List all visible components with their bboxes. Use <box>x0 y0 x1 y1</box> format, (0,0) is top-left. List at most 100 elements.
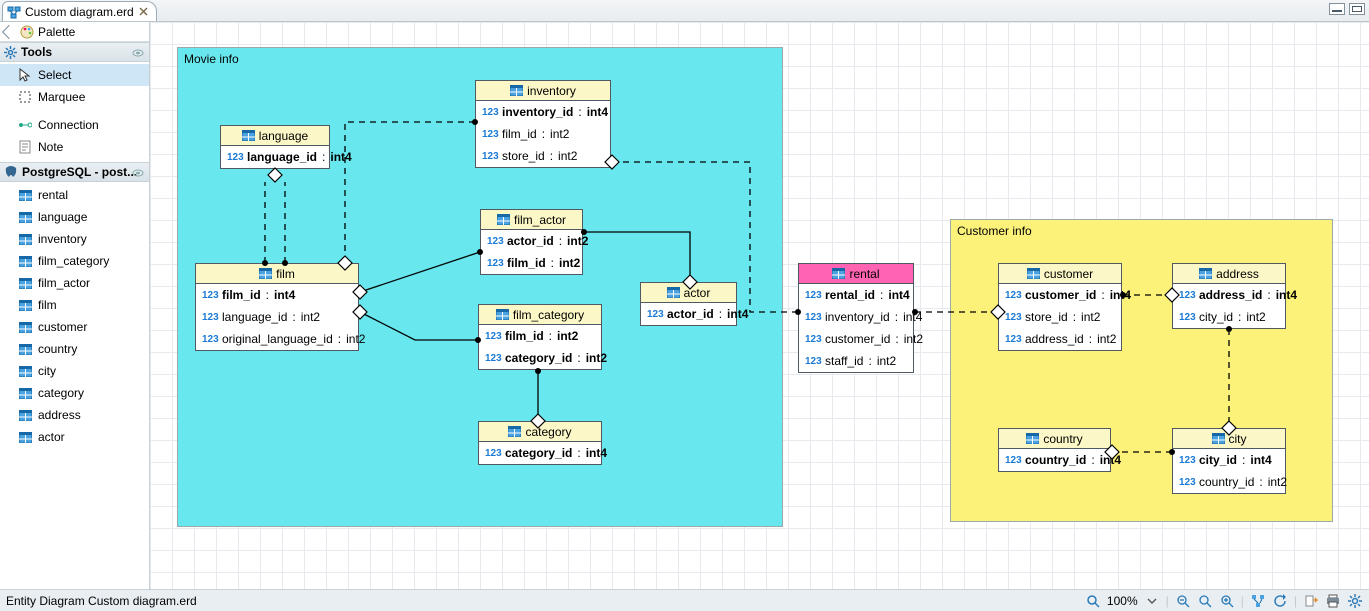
db-section-header[interactable]: PostgreSQL - post... <box>0 162 149 182</box>
erd-file-icon <box>7 5 21 19</box>
entity-inventory[interactable]: inventory123inventory_id: int4123film_id… <box>475 80 611 168</box>
column-row[interactable]: 123store_id: int2 <box>999 306 1121 328</box>
maximize-editor-icon[interactable] <box>1349 3 1365 15</box>
column-row[interactable]: 123film_id: int4 <box>196 284 358 306</box>
search-icon[interactable] <box>1085 593 1101 609</box>
column-row[interactable]: 123address_id: int4 <box>1173 284 1285 306</box>
tab-custom-diagram[interactable]: Custom diagram.erd <box>2 1 157 21</box>
entity-film-actor[interactable]: film_actor123actor_id: int2123film_id: i… <box>480 209 583 275</box>
table-icon <box>18 276 32 290</box>
entity-city[interactable]: city123city_id: int4123country_id: int2 <box>1172 428 1286 494</box>
column-row[interactable]: 123rental_id: int4 <box>799 284 913 306</box>
column-row[interactable]: 123staff_id: int2 <box>799 350 913 372</box>
table-icon <box>1026 433 1039 444</box>
back-arrow-icon[interactable] <box>2 24 16 38</box>
entity-film[interactable]: film123film_id: int4123language_id: int2… <box>195 263 359 351</box>
column-row[interactable]: 123actor_id: int4 <box>641 303 736 325</box>
palette-note[interactable]: Note <box>0 136 149 158</box>
entity-rental[interactable]: rental123rental_id: int4123inventory_id:… <box>798 263 914 373</box>
column-row[interactable]: 123address_id: int2 <box>999 328 1121 350</box>
column-row[interactable]: 123country_id: int2 <box>1173 471 1285 493</box>
chevron-down-icon[interactable] <box>1144 593 1160 609</box>
sidebar-item-category[interactable]: category <box>0 382 149 404</box>
datatype-badge-icon: 123 <box>482 107 498 118</box>
datatype-badge-icon: 123 <box>482 129 498 140</box>
column-row[interactable]: 123language_id: int2 <box>196 306 358 328</box>
zoom-in-icon[interactable] <box>1219 593 1235 609</box>
refresh-icon[interactable] <box>1272 593 1288 609</box>
datatype-badge-icon: 123 <box>1179 477 1195 488</box>
entity-actor[interactable]: actor123actor_id: int4 <box>640 282 737 326</box>
sidebar-item-film_actor[interactable]: film_actor <box>0 272 149 294</box>
sidebar-item-film[interactable]: film <box>0 294 149 316</box>
column-row[interactable]: 123inventory_id: int4 <box>799 306 913 328</box>
entity-category[interactable]: category123category_id: int4 <box>478 421 602 465</box>
sidebar-item-country[interactable]: country <box>0 338 149 360</box>
entity-header: film_actor <box>481 210 582 230</box>
column-row[interactable]: 123film_id: int2 <box>479 325 601 347</box>
entity-address[interactable]: address123address_id: int4123city_id: in… <box>1172 263 1286 329</box>
sidebar-item-customer[interactable]: customer <box>0 316 149 338</box>
sidebar-item-address[interactable]: address <box>0 404 149 426</box>
column-row[interactable]: 123customer_id: int2 <box>799 328 913 350</box>
table-icon <box>259 268 272 279</box>
entity-country[interactable]: country123country_id: int4 <box>998 428 1111 472</box>
zoom-out-icon[interactable] <box>1175 593 1191 609</box>
entity-header: film <box>196 264 358 284</box>
settings-gear-icon[interactable] <box>1347 593 1363 609</box>
column-row[interactable]: 123inventory_id: int4 <box>476 101 610 123</box>
table-icon <box>18 320 32 334</box>
editor-tabbar: Custom diagram.erd <box>0 0 1369 22</box>
table-icon <box>508 426 521 437</box>
zoom-reset-icon[interactable] <box>1197 593 1213 609</box>
sidebar-item-language[interactable]: language <box>0 206 149 228</box>
table-icon <box>1212 433 1225 444</box>
tools-section-header[interactable]: Tools <box>0 42 149 62</box>
minimize-editor-icon[interactable] <box>1329 3 1345 15</box>
tab-close-icon[interactable] <box>138 6 150 18</box>
column-row[interactable]: 123film_id: int2 <box>476 123 610 145</box>
sidebar-item-film_category[interactable]: film_category <box>0 250 149 272</box>
column-row[interactable]: 123store_id: int2 <box>476 145 610 167</box>
table-icon <box>18 254 32 268</box>
table-icon <box>832 268 845 279</box>
datatype-badge-icon: 123 <box>202 334 218 345</box>
pin-icon[interactable] <box>131 46 145 60</box>
print-icon[interactable] <box>1325 593 1341 609</box>
datatype-badge-icon: 123 <box>487 236 503 247</box>
column-row[interactable]: 123city_id: int4 <box>1173 449 1285 471</box>
column-row[interactable]: 123original_language_id: int2 <box>196 328 358 350</box>
sidebar-item-rental[interactable]: rental <box>0 184 149 206</box>
layout-icon[interactable] <box>1250 593 1266 609</box>
sidebar-item-actor[interactable]: actor <box>0 426 149 448</box>
pin-icon[interactable] <box>131 166 145 180</box>
palette-marquee[interactable]: Marquee <box>0 86 149 108</box>
datatype-badge-icon: 123 <box>1179 312 1195 323</box>
sidebar-item-inventory[interactable]: inventory <box>0 228 149 250</box>
entity-film-category[interactable]: film_category123film_id: int2123category… <box>478 304 602 370</box>
column-row[interactable]: 123city_id: int2 <box>1173 306 1285 328</box>
palette-connection[interactable]: Connection <box>0 114 149 136</box>
datatype-badge-icon: 123 <box>485 448 501 459</box>
column-row[interactable]: 123language_id: int4 <box>221 146 329 168</box>
column-row[interactable]: 123film_id: int2 <box>481 252 582 274</box>
sidebar-item-city[interactable]: city <box>0 360 149 382</box>
column-row[interactable]: 123actor_id: int2 <box>481 230 582 252</box>
table-icon <box>497 214 510 225</box>
palette-select[interactable]: Select <box>0 64 149 86</box>
entity-customer[interactable]: customer123customer_id: int4123store_id:… <box>998 263 1122 351</box>
export-icon[interactable] <box>1303 593 1319 609</box>
column-row[interactable]: 123category_id: int4 <box>479 442 601 464</box>
status-bar: Entity Diagram Custom diagram.erd 100% |… <box>0 589 1369 611</box>
entity-header: film_category <box>479 305 601 325</box>
table-icon <box>510 85 523 96</box>
datatype-badge-icon: 123 <box>202 312 218 323</box>
diagram-canvas[interactable]: Movie info Customer info language123lang… <box>150 22 1369 589</box>
column-row[interactable]: 123customer_id: int4 <box>999 284 1121 306</box>
entity-header: language <box>221 126 329 146</box>
column-row[interactable]: 123category_id: int2 <box>479 347 601 369</box>
marquee-icon <box>18 90 32 104</box>
entity-header: inventory <box>476 81 610 101</box>
column-row[interactable]: 123country_id: int4 <box>999 449 1110 471</box>
entity-language[interactable]: language123language_id: int4 <box>220 125 330 169</box>
